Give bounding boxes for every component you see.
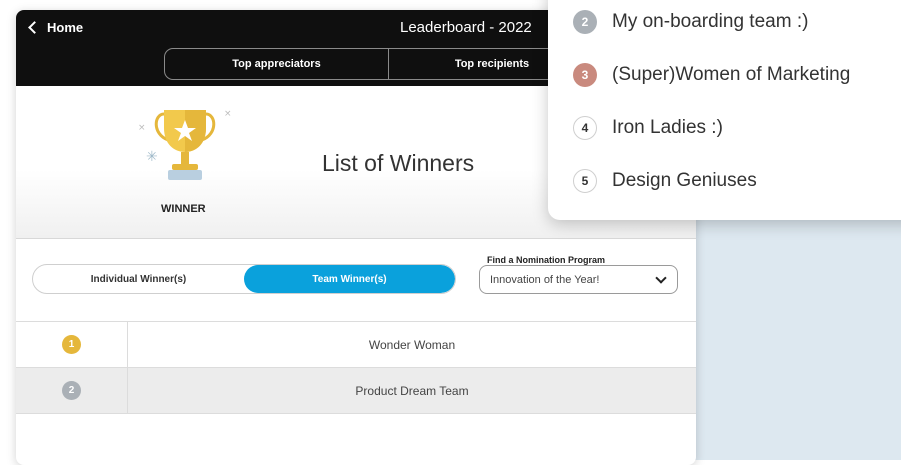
team-winners-option[interactable]: Team Winner(s) (244, 265, 455, 293)
program-label: Find a Nomination Program (487, 255, 606, 265)
team-ranking-popup: 2 My on-boarding team :) 3 (Super)Women … (548, 0, 901, 220)
team-name: Iron Ladies :) (612, 117, 723, 138)
rank-badge: 4 (573, 116, 597, 140)
list-item: 2 My on-boarding team :) (573, 10, 808, 34)
background-panel (690, 200, 901, 460)
table-row: 2 Product Dream Team (16, 368, 696, 414)
chevron-down-icon (655, 272, 667, 284)
svg-text:×: × (224, 109, 232, 119)
winners-table: 1 Wonder Woman 2 Product Dream Team (16, 321, 696, 414)
winner-name: Wonder Woman (368, 337, 456, 352)
rank-badge: 2 (62, 381, 81, 400)
rank-cell: 2 (16, 368, 128, 413)
winner-type-toggle: Individual Winner(s) Team Winner(s) (32, 264, 456, 294)
individual-winners-option[interactable]: Individual Winner(s) (33, 265, 244, 293)
back-label: Home (47, 20, 84, 35)
svg-text:✳: ✳ (146, 149, 158, 165)
team-name: My on-boarding team :) (612, 11, 809, 32)
page-title: Leaderboard - 2022 (400, 19, 532, 36)
rank-badge: 2 (573, 10, 597, 34)
list-item: 3 (Super)Women of Marketing (573, 63, 850, 87)
back-button[interactable]: Home (26, 20, 83, 35)
trophy-icon: × × ✳ (138, 109, 232, 180)
program-select-value: Innovation of the Year! (490, 273, 600, 286)
winner-name: Product Dream Team (355, 383, 469, 398)
rank-badge: 3 (573, 63, 597, 87)
team-name: (Super)Women of Marketing (612, 64, 851, 85)
list-title: List of Winners (322, 150, 475, 176)
chevron-left-icon (28, 21, 41, 34)
winner-label: WINNER (161, 203, 206, 215)
rank-badge: 5 (573, 169, 597, 193)
rank-cell: 1 (16, 322, 128, 367)
list-item: 5 Design Geniuses (573, 169, 757, 193)
tab-top-appreciators[interactable]: Top appreciators (165, 49, 389, 79)
table-row: 1 Wonder Woman (16, 322, 696, 368)
team-name: Design Geniuses (612, 170, 757, 191)
rank-badge: 1 (62, 335, 81, 354)
program-select[interactable]: Innovation of the Year! (479, 265, 678, 294)
list-item: 4 Iron Ladies :) (573, 116, 723, 140)
svg-text:×: × (138, 123, 146, 133)
